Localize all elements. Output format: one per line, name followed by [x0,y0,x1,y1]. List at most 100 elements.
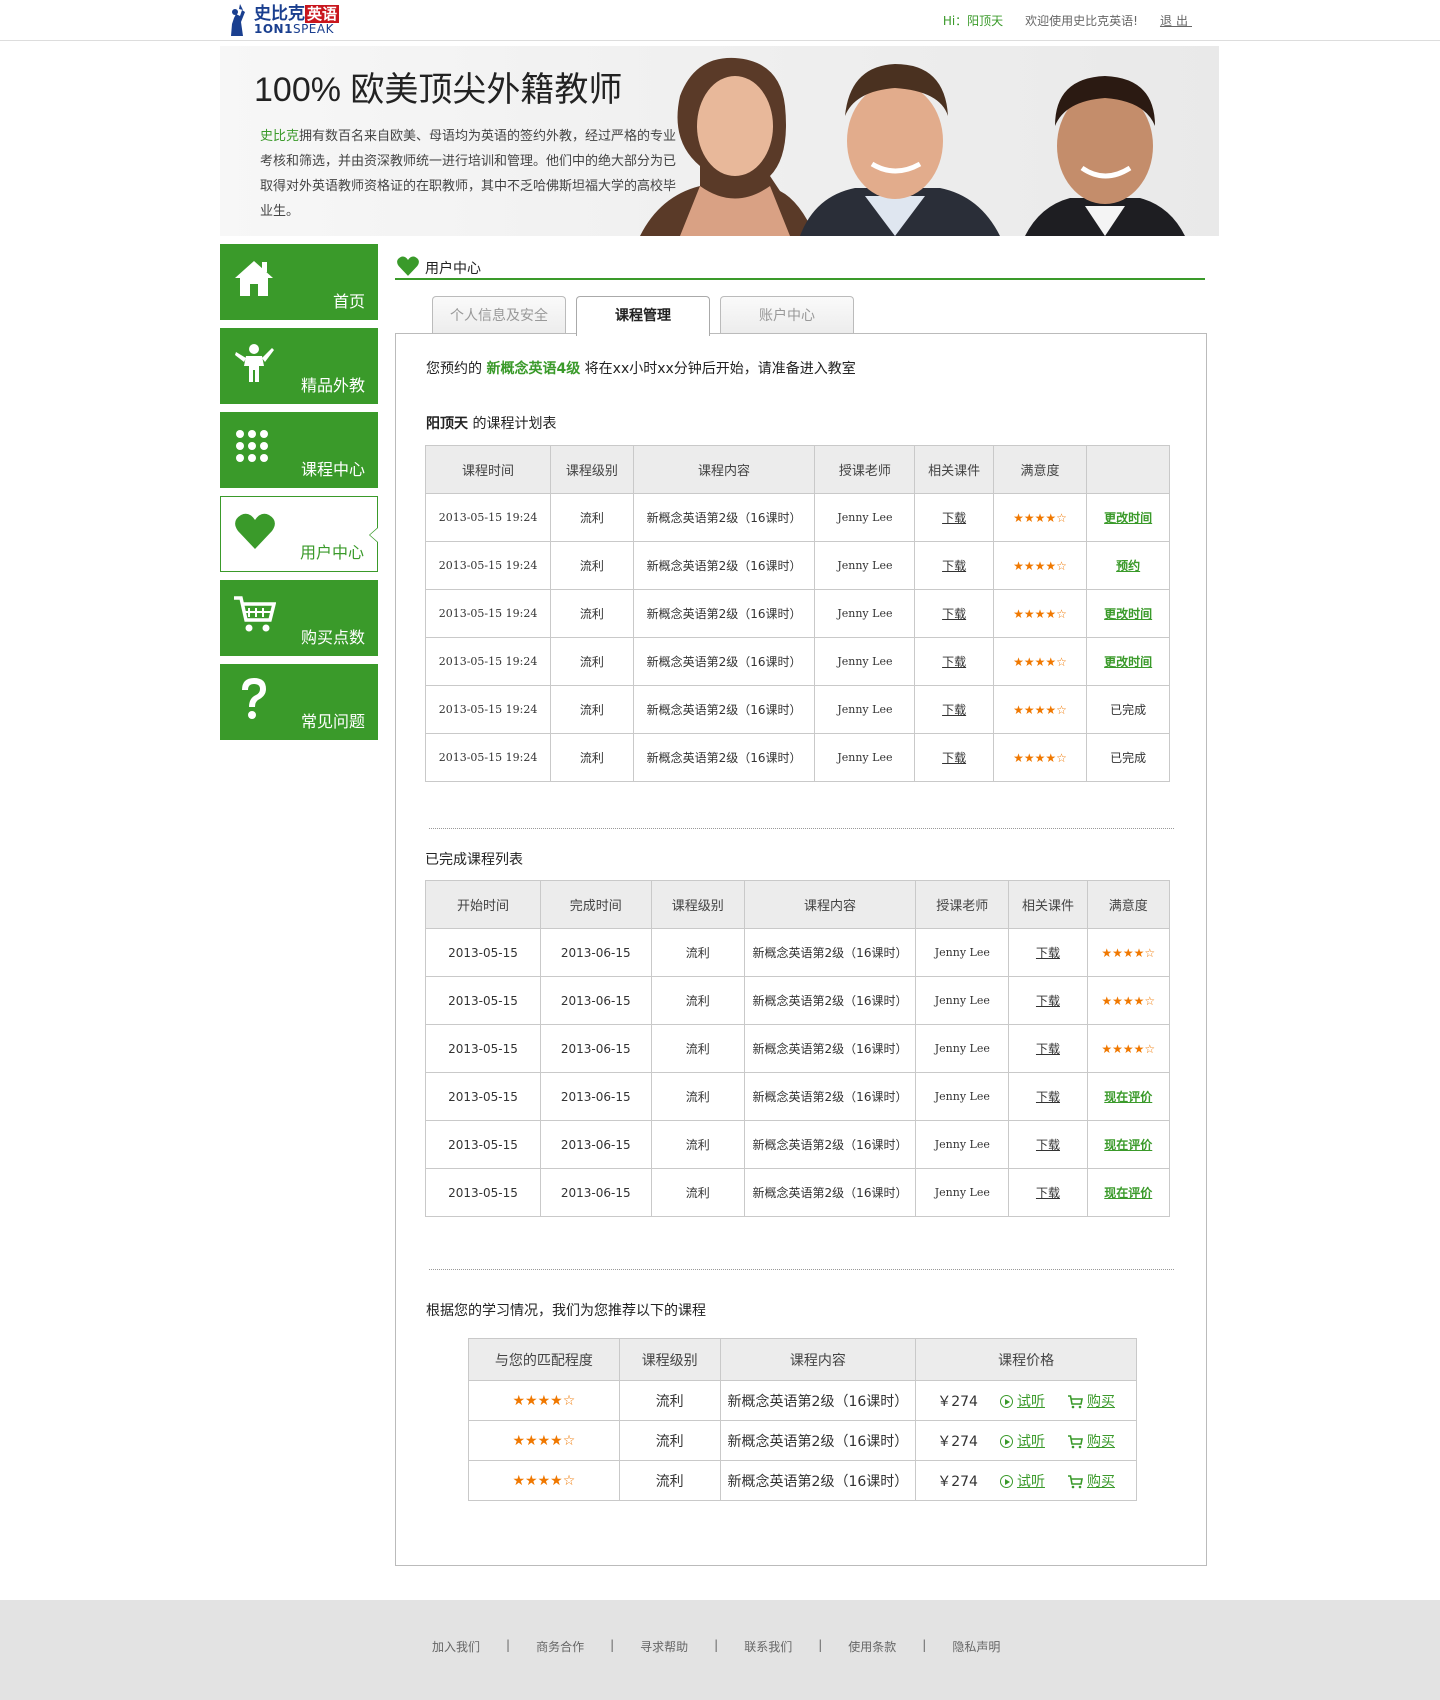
action-link-text[interactable]: 更改时间 [1104,511,1152,525]
star-empty-icon[interactable]: ☆ [1056,559,1067,573]
action-link[interactable]: 更改时间 [1086,493,1170,542]
download-link-text[interactable]: 下载 [942,559,966,573]
star-filled-icon[interactable]: ★ [1013,559,1024,573]
star-filled-icon[interactable]: ★ [1024,559,1035,573]
rating-stars[interactable]: ★★★★☆ [1013,655,1067,669]
download-link[interactable]: 下载 [1008,1072,1088,1121]
buy-label[interactable]: 购买 [1087,1394,1115,1410]
star-filled-icon[interactable]: ★ [550,1433,563,1449]
download-link[interactable]: 下载 [914,541,994,590]
download-link[interactable]: 下载 [914,589,994,638]
download-link[interactable]: 下载 [1008,1168,1088,1217]
logout-link[interactable]: 退出 [1160,12,1192,29]
sidebar-item-courses[interactable]: 课程中心 [220,412,378,488]
sidebar-item-user-center[interactable]: 用户中心 [220,496,378,572]
star-empty-icon[interactable]: ☆ [1056,511,1067,525]
action-link[interactable]: 更改时间 [1086,637,1170,686]
action-link[interactable]: 更改时间 [1086,589,1170,638]
star-filled-icon[interactable]: ★ [1045,511,1056,525]
trial-label[interactable]: 试听 [1017,1394,1045,1410]
star-filled-icon[interactable]: ★ [1013,511,1024,525]
star-filled-icon[interactable]: ★ [550,1393,563,1409]
download-link[interactable]: 下载 [1008,1024,1088,1073]
download-link-text[interactable]: 下载 [1036,1090,1060,1104]
star-filled-icon[interactable]: ★ [1024,703,1035,717]
star-filled-icon[interactable]: ★ [1112,994,1123,1008]
star-filled-icon[interactable]: ★ [1045,655,1056,669]
star-filled-icon[interactable]: ★ [1013,655,1024,669]
sidebar-item-buy-points[interactable]: 购买点数 [220,580,378,656]
buy-label[interactable]: 购买 [1087,1474,1115,1490]
star-filled-icon[interactable]: ★ [1013,751,1024,765]
star-filled-icon[interactable]: ★ [1024,511,1035,525]
trial-button[interactable]: 试听 [999,1471,1045,1491]
star-filled-icon[interactable]: ★ [1112,946,1123,960]
rating-stars[interactable]: ★★★★☆ [1013,511,1067,525]
download-link[interactable]: 下载 [914,733,994,782]
download-link-text[interactable]: 下载 [942,655,966,669]
footer-link[interactable]: 商务合作 [536,1638,584,1655]
star-filled-icon[interactable]: ★ [512,1393,525,1409]
tab-course-management[interactable]: 课程管理 [576,296,710,336]
star-filled-icon[interactable]: ★ [1035,607,1046,621]
download-link-text[interactable]: 下载 [942,703,966,717]
trial-button[interactable]: 试听 [999,1431,1045,1451]
download-link-text[interactable]: 下载 [942,511,966,525]
star-filled-icon[interactable]: ★ [538,1393,551,1409]
star-filled-icon[interactable]: ★ [1035,703,1046,717]
star-filled-icon[interactable]: ★ [1045,607,1056,621]
rating-stars[interactable]: ★★★★☆ [1101,1042,1155,1056]
action-link-text[interactable]: 预约 [1116,559,1140,573]
trial-label[interactable]: 试听 [1017,1434,1045,1450]
star-empty-icon[interactable]: ☆ [563,1473,576,1489]
download-link[interactable]: 下载 [1008,976,1088,1025]
star-empty-icon[interactable]: ☆ [563,1433,576,1449]
star-filled-icon[interactable]: ★ [538,1433,551,1449]
star-filled-icon[interactable]: ★ [525,1393,538,1409]
rating-stars[interactable]: ★★★★☆ [1013,607,1067,621]
footer-link[interactable]: 寻求帮助 [640,1638,688,1655]
star-filled-icon[interactable]: ★ [1045,559,1056,573]
star-filled-icon[interactable]: ★ [1123,946,1134,960]
download-link-text[interactable]: 下载 [1036,994,1060,1008]
star-filled-icon[interactable]: ★ [1024,655,1035,669]
star-filled-icon[interactable]: ★ [1045,751,1056,765]
rating-stars[interactable]: ★★★★☆ [1013,559,1067,573]
star-filled-icon[interactable]: ★ [550,1473,563,1489]
star-filled-icon[interactable]: ★ [1045,703,1056,717]
star-filled-icon[interactable]: ★ [525,1473,538,1489]
sidebar-item-faq[interactable]: 常见问题 [220,664,378,740]
site-logo[interactable]: 史比克 英语 1ON1SPEAK [223,2,340,38]
download-link-text[interactable]: 下载 [1036,1042,1060,1056]
download-link[interactable]: 下载 [1008,1120,1088,1169]
footer-link[interactable]: 使用条款 [848,1638,896,1655]
footer-link[interactable]: 加入我们 [432,1638,480,1655]
star-filled-icon[interactable]: ★ [1024,607,1035,621]
star-empty-icon[interactable]: ☆ [1144,994,1155,1008]
evaluate-now-link[interactable]: 现在评价 [1086,1072,1171,1121]
star-filled-icon[interactable]: ★ [1101,994,1112,1008]
star-filled-icon[interactable]: ★ [538,1473,551,1489]
buy-button[interactable]: 购买 [1067,1391,1115,1411]
download-link[interactable]: 下载 [914,637,994,686]
buy-button[interactable]: 购买 [1067,1471,1115,1491]
buy-label[interactable]: 购买 [1087,1434,1115,1450]
star-empty-icon[interactable]: ☆ [1056,703,1067,717]
sidebar-item-home[interactable]: 首页 [220,244,378,320]
star-empty-icon[interactable]: ☆ [563,1393,576,1409]
trial-label[interactable]: 试听 [1017,1474,1045,1490]
download-link-text[interactable]: 下载 [1036,1186,1060,1200]
action-link[interactable]: 预约 [1086,541,1170,590]
star-filled-icon[interactable]: ★ [1134,994,1145,1008]
tab-account-center[interactable]: 账户中心 [720,296,854,334]
download-link[interactable]: 下载 [914,685,994,734]
star-filled-icon[interactable]: ★ [1013,703,1024,717]
download-link-text[interactable]: 下载 [942,751,966,765]
download-link[interactable]: 下载 [914,493,994,542]
footer-link[interactable]: 联系我们 [744,1638,792,1655]
footer-link[interactable]: 隐私声明 [952,1638,1000,1655]
tab-profile-security[interactable]: 个人信息及安全 [432,296,566,334]
star-filled-icon[interactable]: ★ [1123,994,1134,1008]
star-filled-icon[interactable]: ★ [1112,1042,1123,1056]
evaluate-now-link-text[interactable]: 现在评价 [1104,1090,1152,1104]
